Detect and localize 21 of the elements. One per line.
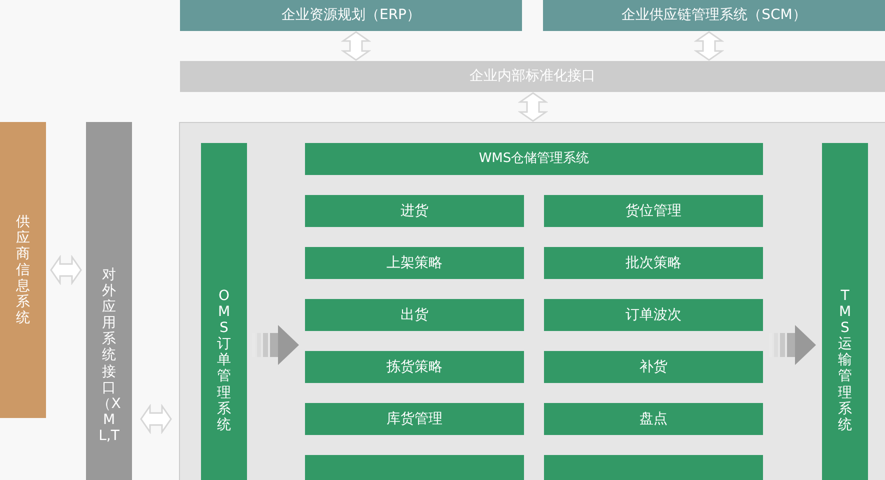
double-arrow-icon bbox=[50, 255, 82, 285]
double-arrow-icon bbox=[694, 31, 724, 61]
module-block: 订单波次 bbox=[544, 299, 763, 331]
system-label: OMS订单管理系统 bbox=[217, 288, 231, 435]
system-label: TMS运输管理系统 bbox=[838, 288, 852, 435]
module-block: 进货 bbox=[305, 195, 524, 227]
module-block: 库货管理 bbox=[305, 403, 524, 435]
module-block: 批次策略 bbox=[544, 247, 763, 279]
module-title: WMS仓储管理系统 bbox=[305, 143, 763, 175]
system-block: 企业资源规划（ERP） bbox=[180, 0, 522, 31]
double-arrow-icon bbox=[140, 404, 172, 434]
interface-label: 对外应用系统接口（XML,T bbox=[97, 267, 121, 446]
module-block: 盘点 bbox=[544, 403, 763, 435]
module-block: 出货 bbox=[305, 299, 524, 331]
module-block: 上架策略 bbox=[305, 247, 524, 279]
module-block: 货位管理 bbox=[544, 195, 763, 227]
system-label: 供应商信息系统 bbox=[16, 214, 30, 326]
system-block: 企业供应链管理系统（SCM） bbox=[543, 0, 885, 31]
module-block: 拣货策略 bbox=[305, 351, 524, 383]
double-arrow-icon bbox=[341, 31, 372, 61]
module-block: 补货 bbox=[544, 351, 763, 383]
